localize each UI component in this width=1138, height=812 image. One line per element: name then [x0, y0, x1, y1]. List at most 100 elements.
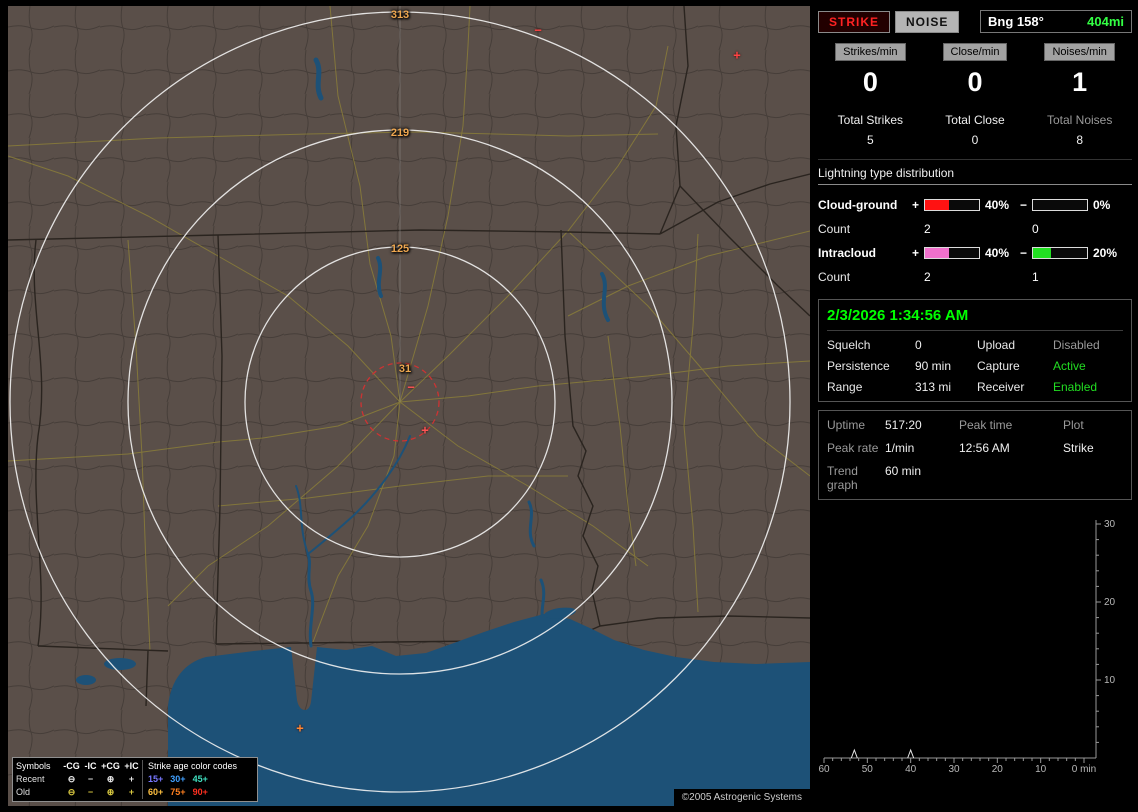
total-close-label: Total Close — [945, 113, 1005, 127]
legend-row-recent-label: Recent — [16, 774, 45, 784]
squelch-value: 0 — [915, 338, 922, 352]
plot-mode-value: Strike — [1063, 441, 1094, 455]
pos-ic-symbol-icon: + — [128, 774, 135, 784]
neg-cg-symbol-icon: ⊖ — [67, 787, 76, 797]
intracloud-label: Intracloud — [818, 246, 877, 260]
age-code: 90+ — [192, 787, 208, 797]
y-tick-30: 30 — [1104, 519, 1116, 530]
ic-positive-bar — [924, 247, 980, 259]
cg-positive-percent: 40% — [985, 198, 1010, 212]
pos-cg-symbol-icon: ⊕ — [106, 787, 115, 797]
x-tick-0: 0 min — [1072, 764, 1096, 775]
age-code: 15+ — [148, 774, 164, 784]
strike-symbol: + — [733, 48, 741, 62]
noise-indicator-button[interactable]: NOISE — [895, 10, 960, 33]
x-tick-50: 50 — [862, 764, 874, 775]
noises-per-min-value: 1 — [1072, 67, 1088, 97]
rate-spikes — [850, 748, 915, 759]
distribution-title: Lightning type distribution — [818, 166, 1132, 185]
bearing-display: Bng 158° 404mi — [980, 10, 1132, 33]
plus-sign: + — [912, 198, 920, 212]
neg-ic-symbol-icon: − — [87, 774, 94, 784]
strikes-per-min-button[interactable]: Strikes/min — [835, 43, 906, 61]
neg-cg-symbol-icon: ⊖ — [67, 774, 76, 784]
map[interactable]: 313 219 125 31 − + − + + Symbols -CG -IC +CG… — [8, 6, 810, 806]
peak-rate-label: Peak rate — [827, 441, 879, 455]
cloud-ground-count-row: Count 2 0 — [818, 217, 1132, 241]
legend-col-pic: +IC — [124, 761, 139, 771]
count-label: Count — [818, 222, 851, 236]
receiver-status: Enabled — [1053, 380, 1098, 394]
trend-window-value: 60 min — [885, 464, 922, 478]
x-tick-40: 40 — [905, 764, 917, 775]
minus-sign: − — [1020, 246, 1028, 260]
age-code: 75+ — [170, 787, 186, 797]
range-ring-label-219: 219 — [390, 127, 410, 139]
pos-cg-symbol-icon: ⊕ — [106, 774, 115, 784]
sidebar: STRIKE NOISE Bng 158° 404mi Strikes/min … — [818, 6, 1132, 781]
strike-symbol: + — [421, 423, 429, 437]
peak-time-label: Peak time — [959, 418, 1013, 432]
upload-label: Upload — [977, 338, 1016, 352]
total-close-value: 0 — [971, 133, 979, 147]
receiver-label: Receiver — [977, 380, 1025, 394]
bearing-value: Bng 158° — [988, 14, 1044, 29]
receiver-status-panel: 2/3/2026 1:34:56 AM Squelch 0 Upload Dis… — [818, 299, 1132, 402]
persistence-value: 90 min — [915, 359, 952, 373]
cg-negative-percent: 0% — [1093, 198, 1111, 212]
capture-status: Active — [1053, 359, 1086, 373]
ic-positive-count: 2 — [924, 270, 931, 284]
ic-negative-bar — [1032, 247, 1088, 259]
ic-negative-count: 1 — [1032, 270, 1039, 284]
age-code: 60+ — [148, 787, 164, 797]
pos-ic-symbol-icon: + — [128, 787, 135, 797]
uptime-label: Uptime — [827, 418, 866, 432]
strikes-per-min-column: Strikes/min 0 Total Strikes 5 — [818, 43, 923, 147]
close-per-min-button[interactable]: Close/min — [942, 43, 1008, 61]
cloud-ground-label: Cloud-ground — [818, 198, 898, 212]
strike-symbol: + — [296, 721, 304, 735]
ic-positive-percent: 40% — [985, 246, 1010, 260]
noises-per-min-button[interactable]: Noises/min — [1044, 43, 1115, 61]
indicator-bar: STRIKE NOISE Bng 158° 404mi — [818, 10, 1132, 33]
total-strikes-label: Total Strikes — [837, 113, 903, 127]
map-canvas — [8, 6, 810, 806]
plot-label: Plot — [1063, 418, 1084, 432]
close-per-min-column: Close/min 0 Total Close 0 — [923, 43, 1028, 147]
uptime-value: 517:20 — [885, 418, 922, 432]
age-code: 30+ — [170, 774, 186, 784]
age-code: 45+ — [192, 774, 208, 784]
persistence-label: Persistence — [827, 359, 890, 373]
range-ring-label-31: 31 — [398, 363, 412, 375]
total-noises-label: Total Noises — [1046, 113, 1113, 127]
app-window: 313 219 125 31 − + − + + Symbols -CG -IC +CG… — [0, 0, 1138, 812]
capture-label: Capture — [977, 359, 1020, 373]
legend-col-pcg: +CG — [101, 761, 120, 771]
strike-symbol: − — [534, 23, 542, 37]
legend-col-nic: -IC — [84, 761, 97, 771]
close-per-min-value: 0 — [967, 67, 983, 97]
strike-indicator-button[interactable]: STRIKE — [818, 10, 891, 33]
trend-graph: 30 20 10 60 50 40 30 20 10 0 min — [818, 519, 1116, 775]
clock-timestamp: 2/3/2026 1:34:56 AM — [827, 307, 1123, 331]
plus-sign: + — [912, 246, 920, 260]
y-tick-10: 10 — [1104, 675, 1116, 686]
legend-age-header: Strike age color codes — [142, 760, 254, 773]
range-ring-label-125: 125 — [390, 243, 410, 255]
minus-sign: − — [1020, 198, 1028, 212]
session-info-panel: Uptime 517:20 Peak time Plot Peak rate 1… — [818, 410, 1132, 500]
intracloud-row: Intracloud + 40% − 20% — [818, 241, 1132, 265]
cg-negative-count: 0 — [1032, 222, 1039, 236]
legend-age-recent: 15+ 30+ 45+ — [142, 773, 254, 786]
cg-positive-count: 2 — [924, 222, 931, 236]
ic-negative-percent: 20% — [1093, 246, 1118, 260]
strike-symbol: − — [407, 380, 415, 394]
cloud-ground-row: Cloud-ground + 40% − 0% — [818, 193, 1132, 217]
trend-graph-label: Trend graph — [827, 464, 858, 492]
range-label: Range — [827, 380, 863, 394]
x-tick-10: 10 — [1035, 764, 1047, 775]
x-tick-60: 60 — [818, 764, 830, 775]
legend-symbols-header: Symbols — [16, 761, 51, 771]
y-tick-20: 20 — [1104, 597, 1116, 608]
total-strikes-value: 5 — [866, 133, 874, 147]
